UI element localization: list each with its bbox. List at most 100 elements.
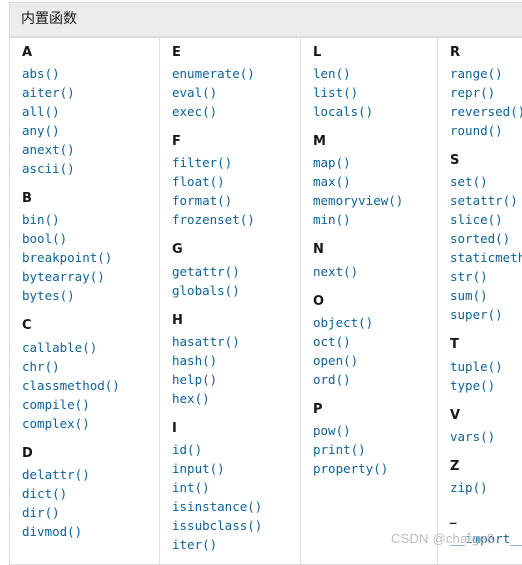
function-link[interactable]: dict() — [22, 486, 67, 501]
function-link[interactable]: __import__() — [450, 531, 522, 546]
function-link[interactable]: id() — [172, 442, 202, 457]
function-link[interactable]: setattr() — [450, 193, 518, 208]
function-link[interactable]: exec() — [172, 104, 217, 119]
function-link[interactable]: aiter() — [22, 85, 75, 100]
function-link[interactable]: hash() — [172, 353, 217, 368]
function-link[interactable]: super() — [450, 307, 503, 322]
function-link[interactable]: repr() — [450, 85, 495, 100]
function-link[interactable]: set() — [450, 174, 488, 189]
function-link[interactable]: bytearray() — [22, 269, 105, 284]
list-item: getattr() — [172, 262, 294, 281]
group-letter-heading: I — [172, 421, 294, 437]
group-letter-heading: H — [172, 313, 294, 329]
function-link[interactable]: range() — [450, 66, 503, 81]
group-letter-heading: R — [450, 45, 522, 61]
list-item: tuple() — [450, 357, 522, 376]
function-link[interactable]: oct() — [313, 334, 351, 349]
function-link[interactable]: issubclass() — [172, 518, 262, 533]
function-link[interactable]: list() — [313, 85, 358, 100]
function-link[interactable]: max() — [313, 174, 351, 189]
function-link[interactable]: frozenset() — [172, 212, 255, 227]
function-link[interactable]: vars() — [450, 429, 495, 444]
function-link[interactable]: hasattr() — [172, 334, 240, 349]
function-link[interactable]: getattr() — [172, 264, 240, 279]
letter-group-o: Oobject() oct() open() ord() — [313, 294, 431, 389]
function-link[interactable]: int() — [172, 480, 210, 495]
function-link[interactable]: memoryview() — [313, 193, 403, 208]
function-link[interactable]: ord() — [313, 372, 351, 387]
function-list: __import__() — [450, 529, 522, 548]
function-link[interactable]: filter() — [172, 155, 232, 170]
function-link[interactable]: dir() — [22, 505, 60, 520]
function-link[interactable]: bin() — [22, 212, 60, 227]
list-item: oct() — [313, 332, 431, 351]
list-item: print() — [313, 440, 431, 459]
group-letter-heading: V — [450, 408, 522, 424]
list-item: bin() — [22, 210, 153, 229]
function-link[interactable]: hex() — [172, 391, 210, 406]
function-link[interactable]: callable() — [22, 340, 97, 355]
group-letter-heading: F — [172, 134, 294, 150]
function-link[interactable]: complex() — [22, 416, 90, 431]
function-link[interactable]: classmethod() — [22, 378, 120, 393]
function-link[interactable]: format() — [172, 193, 232, 208]
function-link[interactable]: tuple() — [450, 359, 503, 374]
function-link[interactable]: pow() — [313, 423, 351, 438]
function-link[interactable]: divmod() — [22, 524, 82, 539]
function-link[interactable]: bool() — [22, 231, 67, 246]
function-link[interactable]: str() — [450, 269, 488, 284]
function-link[interactable]: len() — [313, 66, 351, 81]
list-item: set() — [450, 172, 522, 191]
function-link[interactable]: chr() — [22, 359, 60, 374]
list-item: map() — [313, 153, 431, 172]
letter-group-z: Zzip() — [450, 459, 522, 497]
list-item: zip() — [450, 478, 522, 497]
list-item: frozenset() — [172, 210, 294, 229]
function-link[interactable]: object() — [313, 315, 373, 330]
function-link[interactable]: round() — [450, 123, 503, 138]
function-link[interactable]: compile() — [22, 397, 90, 412]
function-link[interactable]: sorted() — [450, 231, 510, 246]
function-link[interactable]: all() — [22, 104, 60, 119]
function-link[interactable]: sum() — [450, 288, 488, 303]
group-letter-heading: O — [313, 294, 431, 310]
group-letter-heading: A — [22, 45, 153, 61]
function-link[interactable]: property() — [313, 461, 388, 476]
function-link[interactable]: isinstance() — [172, 499, 262, 514]
list-item: bytearray() — [22, 267, 153, 286]
list-item: ord() — [313, 370, 431, 389]
function-link[interactable]: iter() — [172, 537, 217, 552]
function-link[interactable]: abs() — [22, 66, 60, 81]
letter-group-p: Ppow()print()property() — [313, 402, 431, 478]
function-link[interactable]: enumerate() — [172, 66, 255, 81]
function-link[interactable]: input() — [172, 461, 225, 476]
function-link[interactable]: float() — [172, 174, 225, 189]
function-link[interactable]: print() — [313, 442, 366, 457]
function-link[interactable]: bytes() — [22, 288, 75, 303]
list-item: divmod() — [22, 522, 153, 541]
function-link[interactable]: delattr() — [22, 467, 90, 482]
letter-group-l: Llen()list()locals() — [313, 45, 431, 121]
function-link[interactable]: any() — [22, 123, 60, 138]
function-link[interactable]: locals() — [313, 104, 373, 119]
function-link[interactable]: anext() — [22, 142, 75, 157]
function-link[interactable]: zip() — [450, 480, 488, 495]
function-list: enumerate() eval() exec() — [172, 64, 294, 121]
function-list: object() oct() open() ord() — [313, 313, 431, 389]
letter-group-i: Iid() input() int() isinstance() issubclass(… — [172, 421, 294, 554]
function-link[interactable]: ascii() — [22, 161, 75, 176]
function-link[interactable]: globals() — [172, 283, 240, 298]
function-link[interactable]: next() — [313, 264, 358, 279]
function-link[interactable]: map() — [313, 155, 351, 170]
function-link[interactable]: reversed() — [450, 104, 522, 119]
function-link[interactable]: type() — [450, 378, 495, 393]
function-link[interactable]: help() — [172, 372, 217, 387]
function-link[interactable]: staticmethod() — [450, 250, 522, 265]
function-link[interactable]: slice() — [450, 212, 503, 227]
function-link[interactable]: min() — [313, 212, 351, 227]
function-link[interactable]: open() — [313, 353, 358, 368]
list-item: range() — [450, 64, 522, 83]
letter-group-d: Ddelattr()dict()dir()divmod() — [22, 446, 153, 541]
function-link[interactable]: breakpoint() — [22, 250, 112, 265]
function-link[interactable]: eval() — [172, 85, 217, 100]
